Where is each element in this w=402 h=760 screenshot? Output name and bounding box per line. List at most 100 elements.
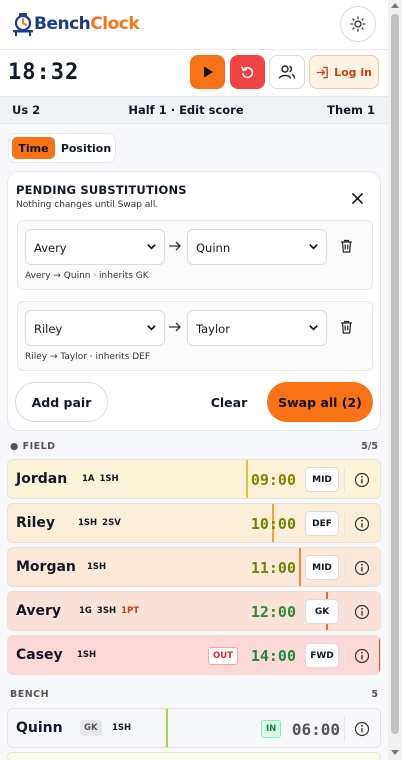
stat: 1SH — [99, 474, 119, 484]
trash-icon[interactable] — [340, 320, 353, 334]
mode-time-button[interactable]: Time — [12, 137, 55, 159]
player-time: 10:00 — [250, 515, 296, 533]
score-bar: Us 2 Half 1 · Edit score Them 1 — [0, 96, 388, 124]
scroll-down-arrow[interactable] — [391, 750, 399, 755]
player-stats: 1SH — [87, 562, 106, 572]
chevron-down-icon — [147, 244, 156, 250]
field-player-row[interactable]: Jordan 1A 1SH 09:00 MID — [7, 459, 381, 499]
out-badge: OUT — [208, 647, 238, 665]
player-name: Quinn — [16, 720, 63, 736]
substitution-pair: Riley Taylor Riley → Taylor · inherits D… — [17, 301, 373, 371]
divider — [344, 555, 345, 581]
player-name: Riley — [16, 515, 55, 531]
play-time-bar — [299, 548, 301, 586]
game-clock: 18:32 — [8, 60, 80, 85]
swap-all-button[interactable]: Swap all (2) — [267, 382, 373, 422]
player-out-value: Riley — [34, 322, 63, 336]
divider — [344, 467, 345, 493]
field-player-row[interactable]: Avery 1G 3SH 1PT 12:00 GK — [7, 591, 381, 631]
field-player-row[interactable]: Casey 1SH OUT 14:00 FWD — [7, 635, 381, 675]
stat: 2SV — [102, 518, 121, 528]
clock-toolbar: 18:32 Log in — [0, 50, 388, 96]
bench-time-bar — [166, 709, 168, 747]
arrow-right-icon — [169, 322, 181, 332]
mode-position-button[interactable]: Position — [59, 137, 113, 159]
app-header: BenchClock — [0, 0, 388, 50]
player-stats: 1A 1SH — [82, 474, 119, 484]
play-button[interactable] — [190, 55, 225, 89]
app-logo-text: BenchClock — [34, 14, 140, 34]
stat: 1SH — [112, 723, 132, 733]
info-icon[interactable] — [354, 560, 370, 576]
scrollbar-thumb[interactable] — [391, 14, 399, 734]
login-button[interactable]: Log in — [309, 55, 379, 89]
field-player-row[interactable]: Riley 1SH 2SV 10:00 DEF — [7, 503, 381, 543]
player-in-value: Taylor — [196, 322, 230, 336]
theme-toggle-button[interactable] — [340, 6, 376, 42]
info-icon[interactable] — [354, 516, 370, 532]
close-icon — [351, 192, 363, 204]
player-in-select[interactable]: Taylor — [187, 310, 327, 346]
player-out-select[interactable]: Avery — [25, 229, 165, 265]
player-time: 09:00 — [250, 471, 296, 489]
player-time: 06:00 — [291, 720, 340, 739]
stat: 1SH — [77, 650, 97, 660]
player-stats: 1G 3SH 1PT — [79, 606, 139, 616]
divider — [344, 511, 345, 537]
half-edit-score[interactable]: Half 1 · Edit score — [0, 103, 372, 117]
play-time-bar — [379, 636, 380, 674]
player-stats: 1SH — [77, 650, 96, 660]
divider — [344, 643, 345, 669]
add-pair-button[interactable]: Add pair — [15, 382, 108, 422]
info-icon[interactable] — [354, 604, 370, 620]
player-name: Jordan — [16, 471, 68, 487]
play-icon — [203, 66, 213, 78]
pair-note: Avery → Quinn · inherits GK — [25, 271, 149, 281]
login-icon — [316, 66, 328, 78]
stat: 1G — [79, 606, 92, 616]
bench-count: 5 — [371, 689, 378, 700]
bench-clock-logo-icon — [13, 13, 33, 36]
close-pending-button[interactable] — [348, 189, 366, 207]
position-badge: GK — [80, 720, 102, 736]
pending-title: PENDING SUBSTITUTIONS — [16, 183, 187, 197]
stat: 3SH — [96, 606, 117, 616]
position-button[interactable]: MID — [305, 555, 339, 580]
player-name: Casey — [16, 647, 63, 663]
bench-player-row[interactable]: Quinn GK 1SH IN 06:00 — [7, 708, 381, 748]
reset-button[interactable] — [230, 55, 265, 89]
stat: 1PT — [121, 606, 140, 616]
field-section-title: ● FIELD — [10, 441, 56, 452]
info-icon[interactable] — [354, 721, 370, 737]
player-stats: 1SH — [112, 723, 131, 733]
scroll-up-arrow[interactable] — [391, 3, 399, 8]
divider — [344, 599, 345, 625]
chevron-down-icon — [309, 325, 318, 331]
view-mode-toggle: Time Position — [8, 133, 116, 163]
users-icon — [278, 65, 296, 79]
player-out-select[interactable]: Riley — [25, 310, 165, 346]
clear-button[interactable]: Clear — [204, 382, 254, 422]
position-button[interactable]: FWD — [305, 643, 339, 668]
their-score[interactable]: Them 1 — [327, 103, 375, 117]
position-button[interactable]: MID — [305, 467, 339, 492]
stat: 1A — [82, 474, 95, 484]
field-player-row[interactable]: Morgan 1SH 11:00 MID — [7, 547, 381, 587]
divider — [344, 716, 345, 742]
sun-icon — [350, 16, 366, 32]
position-button[interactable]: GK — [305, 599, 339, 624]
arrow-right-icon — [169, 241, 181, 251]
scrollbar[interactable] — [388, 0, 402, 760]
player-name: Avery — [16, 603, 61, 619]
info-icon[interactable] — [354, 472, 370, 488]
bench-player-row[interactable] — [7, 752, 381, 760]
position-button[interactable]: DEF — [305, 511, 339, 536]
team-button[interactable] — [269, 55, 305, 89]
login-label: Log in — [334, 65, 372, 79]
player-in-select[interactable]: Quinn — [187, 229, 327, 265]
player-time: 14:00 — [250, 647, 296, 665]
trash-icon[interactable] — [340, 239, 353, 253]
stat: 1SH — [87, 562, 107, 572]
info-icon[interactable] — [354, 648, 370, 664]
chevron-down-icon — [147, 325, 156, 331]
